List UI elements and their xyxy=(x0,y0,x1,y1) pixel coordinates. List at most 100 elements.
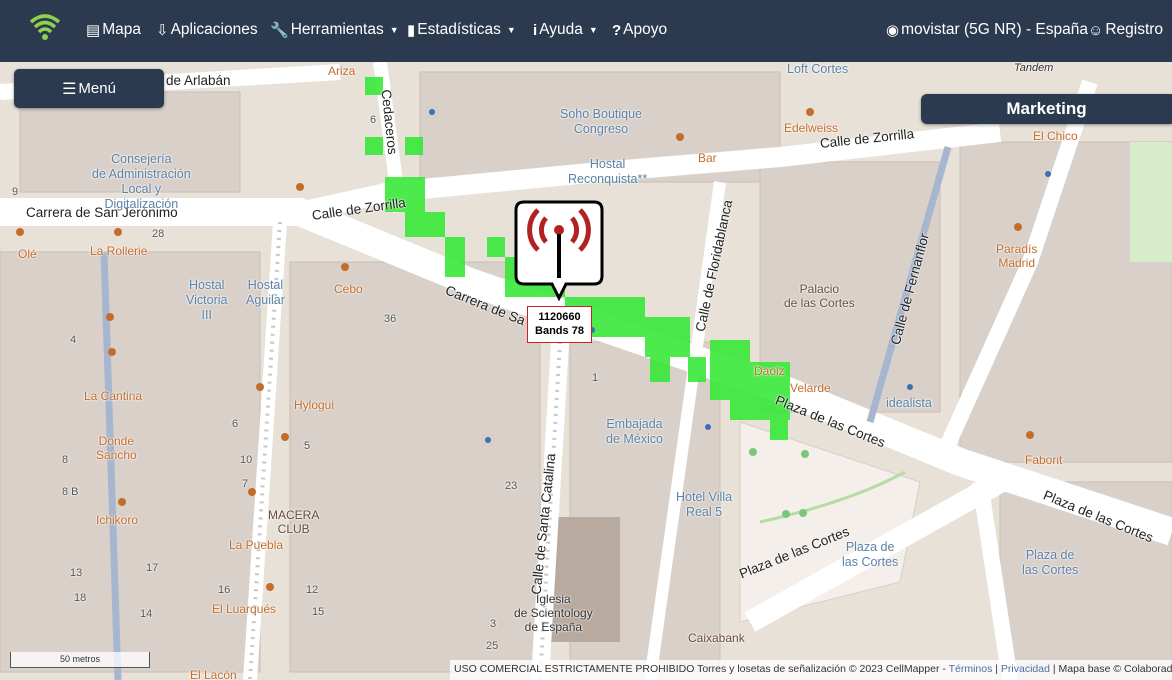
tower-info-label[interactable]: 1120660 Bands 78 xyxy=(527,306,592,343)
poi-velarde: Velarde xyxy=(790,381,831,395)
poi-soho-boutique: Soho Boutique Congreso xyxy=(560,107,643,136)
cellmapper-signal-icon[interactable] xyxy=(28,10,62,44)
house-number: 16 xyxy=(218,584,231,596)
house-number: 12 xyxy=(306,584,319,596)
poi-ole: Olé xyxy=(18,247,37,261)
house-number: 18 xyxy=(74,592,87,604)
poi-arriza: Ariza xyxy=(328,64,356,78)
nav-stats[interactable]: ▮ Estadísticas ▼ xyxy=(407,18,516,42)
poi-idealista: idealista xyxy=(886,396,932,410)
street-arlaban: de Arlabán xyxy=(166,73,231,88)
nav-support[interactable]: ? Apoyo xyxy=(612,18,667,42)
download-icon: ⇩ xyxy=(156,22,169,39)
poi-hostal-aguilar: Hostal Aguilar xyxy=(246,278,285,307)
question-icon: ? xyxy=(612,21,622,39)
house-number: 4 xyxy=(70,334,77,346)
register-label: Registro xyxy=(1105,21,1164,38)
house-number: 13 xyxy=(70,567,83,579)
house-number: 5 xyxy=(304,440,311,452)
house-number: 14 xyxy=(140,608,153,620)
menu-button[interactable]: ☰ Menú xyxy=(14,69,164,108)
nav-help-label: Ayuda xyxy=(539,21,583,38)
poi-cebo: Cebo xyxy=(334,282,363,296)
nav-stats-label: Estadísticas xyxy=(417,21,501,38)
house-number: 9 xyxy=(12,186,19,198)
house-number: 1 xyxy=(592,372,599,384)
house-number: 25 xyxy=(486,640,499,652)
poi-la-rollerie: La Rollerie xyxy=(90,244,148,258)
marketing-label: Marketing xyxy=(1006,99,1087,118)
poi-paradis-madrid: Paradís Madrid xyxy=(996,242,1038,270)
terms-link[interactable]: Términos xyxy=(949,663,993,675)
map-canvas[interactable]: de Arlabán Calle de Zorrilla Calle de Zo… xyxy=(0,62,1172,680)
house-number: 28 xyxy=(152,228,165,240)
house-number: 8 xyxy=(62,454,69,466)
poi-hotel-villa-real: Hotel Villa Real 5 xyxy=(676,490,733,519)
map-attribution: USO COMERCIAL ESTRICTAMENTE PROHIBIDO To… xyxy=(450,660,1172,680)
house-number: 15 xyxy=(312,606,325,618)
nav-tools[interactable]: 🔧 Herramientas ▼ xyxy=(270,18,399,42)
menu-button-label: Menú xyxy=(78,80,116,97)
nav-support-label: Apoyo xyxy=(623,21,668,38)
poi-palacio-cortes: Palacio de las Cortes xyxy=(784,282,855,310)
map-marker-icon: ◉ xyxy=(886,22,900,39)
privacy-link[interactable]: Privacidad xyxy=(1001,663,1050,675)
map-icon: ▤ xyxy=(86,22,101,39)
nav-tools-label: Herramientas xyxy=(290,21,384,38)
poi-plaza-cortes: Plaza de las Cortes xyxy=(842,540,899,569)
house-number: 3 xyxy=(490,618,497,630)
poi-iglesia-scientology: Iglesia de Scientology de España xyxy=(514,592,593,634)
scale-label: 50 metros xyxy=(59,654,101,664)
hamburger-icon: ☰ xyxy=(62,80,77,98)
cell-tower-icon[interactable] xyxy=(514,200,604,302)
house-number: 8 B xyxy=(62,486,79,498)
poi-hostal-reconquista: Hostal Reconquista** xyxy=(568,157,648,186)
poi-consejeria: Consejería de Administración Local y Dig… xyxy=(92,152,191,211)
house-number: 10 xyxy=(240,454,253,466)
poi-la-puebla: La Puebla xyxy=(229,538,284,552)
house-number: 7 xyxy=(242,478,249,490)
chevron-down-icon: ▼ xyxy=(389,25,399,35)
poi-el-lacon: El Lacón xyxy=(190,668,237,680)
attribution-basemap: | Mapa base © Colaboradores xyxy=(1052,663,1172,675)
poi-loft-cortes: Loft Cortes xyxy=(787,62,849,76)
poi-el-chico: El Chico xyxy=(1033,129,1078,143)
poi-plaza-cortes-2: Plaza de las Cortes xyxy=(1022,548,1079,577)
poi-embajada-mexico: Embajada de México xyxy=(606,417,663,446)
poi-daolz: Daolz xyxy=(754,364,785,378)
register-link[interactable]: ☺ Registro xyxy=(1088,18,1163,42)
signal-bars-icon: ▮ xyxy=(407,22,416,39)
poi-caixabank: Caixabank xyxy=(688,631,745,645)
user-plus-icon: ☺ xyxy=(1088,21,1104,39)
tower-bands: Bands 78 xyxy=(535,325,584,337)
chevron-down-icon: ▼ xyxy=(588,25,598,35)
poi-ichikoro: Ichikoro xyxy=(96,513,139,527)
poi-macera-club: MACERA CLUB xyxy=(268,508,320,536)
nav-help[interactable]: i Ayuda ▼ xyxy=(533,18,598,42)
poi-donde-sancho: Donde Sancho xyxy=(96,434,137,462)
nav-map-label: Mapa xyxy=(102,21,141,38)
poi-el-luarques: El Luarqués xyxy=(212,602,277,616)
map-scale: 50 metros xyxy=(10,652,150,668)
attribution-text: USO COMERCIAL ESTRICTAMENTE PROHIBIDO To… xyxy=(454,663,949,675)
house-number: 6 xyxy=(232,418,239,430)
poi-faborit: Faborit xyxy=(1025,453,1063,467)
poi-tandem: Tandem xyxy=(1014,62,1054,74)
poi-hylogui: Hylogui xyxy=(294,398,335,412)
poi-bar: Bar xyxy=(698,151,717,165)
poi-hostal-victoria: Hostal Victoria III xyxy=(186,278,228,322)
network-label: movistar (5G NR) - España xyxy=(901,21,1089,38)
nav-map[interactable]: ▤ Mapa xyxy=(86,18,141,42)
house-number: 6 xyxy=(370,114,377,126)
info-icon: i xyxy=(533,21,538,39)
marketing-button[interactable]: Marketing xyxy=(921,94,1172,124)
poi-edelweiss: Edelweiss xyxy=(784,121,839,135)
attribution-separator: | xyxy=(992,663,1001,675)
house-number: 23 xyxy=(505,480,518,492)
house-number: 17 xyxy=(146,562,159,574)
chevron-down-icon: ▼ xyxy=(506,25,516,35)
poi-la-cantina: La Cantina xyxy=(84,389,143,403)
nav-apps[interactable]: ⇩ Aplicaciones xyxy=(156,18,258,42)
network-selector[interactable]: ◉ movistar (5G NR) - España xyxy=(886,18,1088,42)
top-navbar: ▤ Mapa ⇩ Aplicaciones 🔧 Herramientas ▼ ▮… xyxy=(0,0,1172,62)
